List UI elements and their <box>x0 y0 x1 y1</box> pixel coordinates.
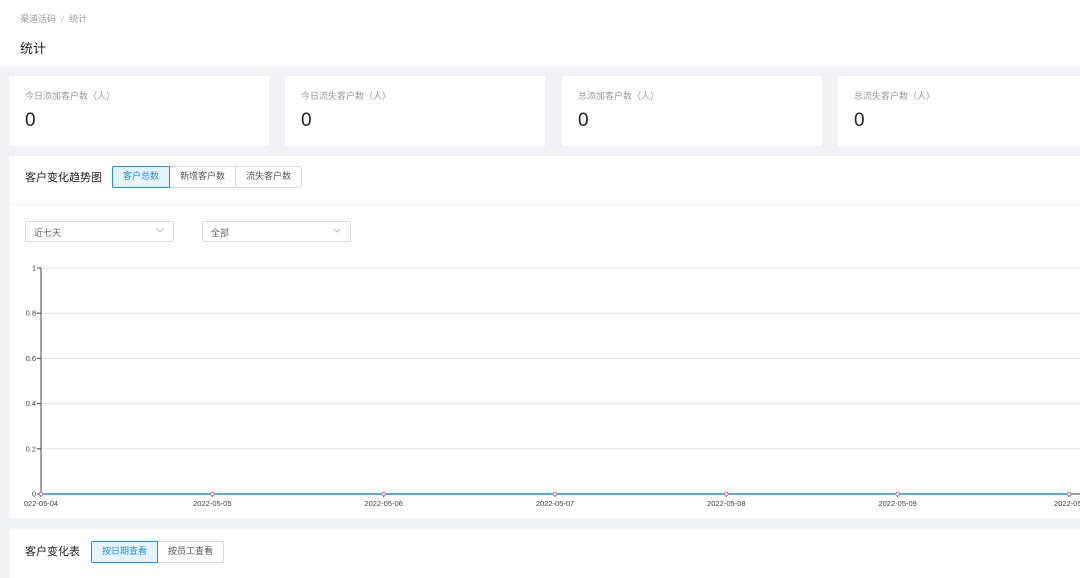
y-tick-label: 0.2 <box>26 444 36 453</box>
stat-value: 0 <box>854 110 865 131</box>
panel-divider <box>9 204 1080 205</box>
x-tick-label: 2022-05-05 <box>193 499 231 508</box>
y-tick-label: 0 <box>32 490 36 499</box>
stat-value: 0 <box>25 110 36 131</box>
page-title: 统计 <box>20 42 47 57</box>
x-tick-label: 2022-05- <box>1054 499 1080 508</box>
page-header: 渠道活码 / 统计 统计 <box>0 0 1080 66</box>
scope-select[interactable]: 全部 <box>202 221 351 242</box>
stat-value: 0 <box>301 110 312 131</box>
tab-total-customers[interactable]: 客户总数 <box>112 166 171 188</box>
y-tick-label: 0.4 <box>26 399 36 408</box>
breadcrumb-current: 统计 <box>69 15 88 25</box>
date-range-value: 近七天 <box>34 229 62 239</box>
trend-title: 客户变化趋势图 <box>25 171 102 184</box>
tab-by-date[interactable]: 按日期查看 <box>91 541 159 563</box>
chevron-down-icon <box>333 228 341 233</box>
trend-chart-svg: 0 0.2 0.4 0.6 0.8 1 022-05-04 2022-05-05 2022-05… <box>24 264 1080 508</box>
table-title: 客户变化表 <box>25 545 80 558</box>
stat-label: 今日添加客户数（人） <box>25 92 116 102</box>
date-range-select[interactable]: 近七天 <box>25 221 174 242</box>
scope-value: 全部 <box>211 229 230 239</box>
stat-card-today-lost: 今日流失客户数（人） 0 <box>285 76 545 146</box>
stat-card-total-lost: 总流失客户数（人） 0 <box>838 76 1080 146</box>
trend-panel: 客户变化趋势图 客户总数 新增客户数 流失客户数 近七天 全部 0 0.2 0.4 0… <box>9 156 1080 518</box>
tab-by-employee[interactable]: 按员工查看 <box>157 541 225 563</box>
y-tick-label: 0.6 <box>26 354 36 363</box>
trend-tab-group: 客户总数 新增客户数 流失客户数 <box>112 166 303 188</box>
stat-value: 0 <box>578 110 589 131</box>
table-tab-group: 按日期查看 按员工查看 <box>91 541 225 563</box>
x-tick-label: 2022-05-09 <box>878 499 916 508</box>
stat-label: 今日流失客户数（人） <box>301 92 392 102</box>
y-tick-label: 1 <box>32 264 36 273</box>
x-tick-label: 2022-05-06 <box>364 499 402 508</box>
chevron-down-icon <box>156 228 164 233</box>
data-point <box>1066 491 1072 497</box>
x-tick-label: 2022-05-07 <box>536 499 574 508</box>
trend-chart: 0 0.2 0.4 0.6 0.8 1 022-05-04 2022-05-05 2022-05… <box>9 256 1080 518</box>
data-point <box>552 491 558 497</box>
y-tick-label: 0.8 <box>26 309 36 318</box>
breadcrumb-separator: / <box>61 15 65 25</box>
data-point <box>210 491 215 497</box>
x-tick-label: 022-05-04 <box>24 499 58 508</box>
stat-card-total-added: 总添加客户数（人） 0 <box>562 76 822 146</box>
stat-label: 总添加客户数（人） <box>578 92 660 102</box>
table-panel: 客户变化表 按日期查看 按员工查看 <box>9 529 1080 578</box>
tab-lost-customers[interactable]: 流失客户数 <box>235 166 303 188</box>
data-point <box>38 491 44 497</box>
stat-label: 总流失客户数（人） <box>854 92 936 102</box>
stat-card-today-added: 今日添加客户数（人） 0 <box>9 76 269 146</box>
data-point <box>895 491 900 497</box>
data-point <box>381 491 386 497</box>
x-tick-label: 2022-05-08 <box>707 499 745 508</box>
breadcrumb-parent[interactable]: 渠道活码 <box>20 15 56 25</box>
breadcrumb: 渠道活码 / 统计 <box>20 12 87 25</box>
data-point <box>724 491 729 497</box>
tab-new-customers[interactable]: 新增客户数 <box>169 166 237 188</box>
